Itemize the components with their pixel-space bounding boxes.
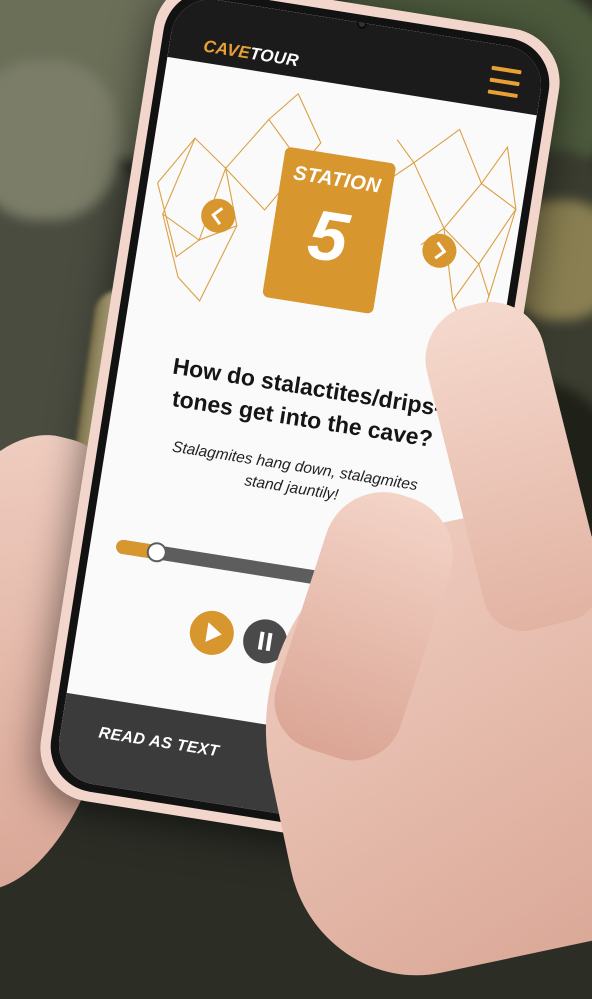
logo-part-tour: TOUR [248,43,301,71]
previous-station-button[interactable] [198,196,238,236]
next-station-button[interactable] [419,231,459,271]
logo-part-cave: CAVE [202,36,252,63]
station-number: 5 [302,194,354,278]
station-card: STATION 5 [262,146,397,315]
app-logo[interactable]: CAVETOUR [202,36,300,71]
chevron-left-icon [211,207,224,225]
read-as-text-label: READ AS TEXT [97,724,221,761]
play-button[interactable] [186,607,237,659]
play-icon [205,622,222,642]
progress-handle[interactable] [145,540,169,564]
chevron-right-icon [434,241,447,260]
hamburger-icon[interactable] [487,64,522,102]
